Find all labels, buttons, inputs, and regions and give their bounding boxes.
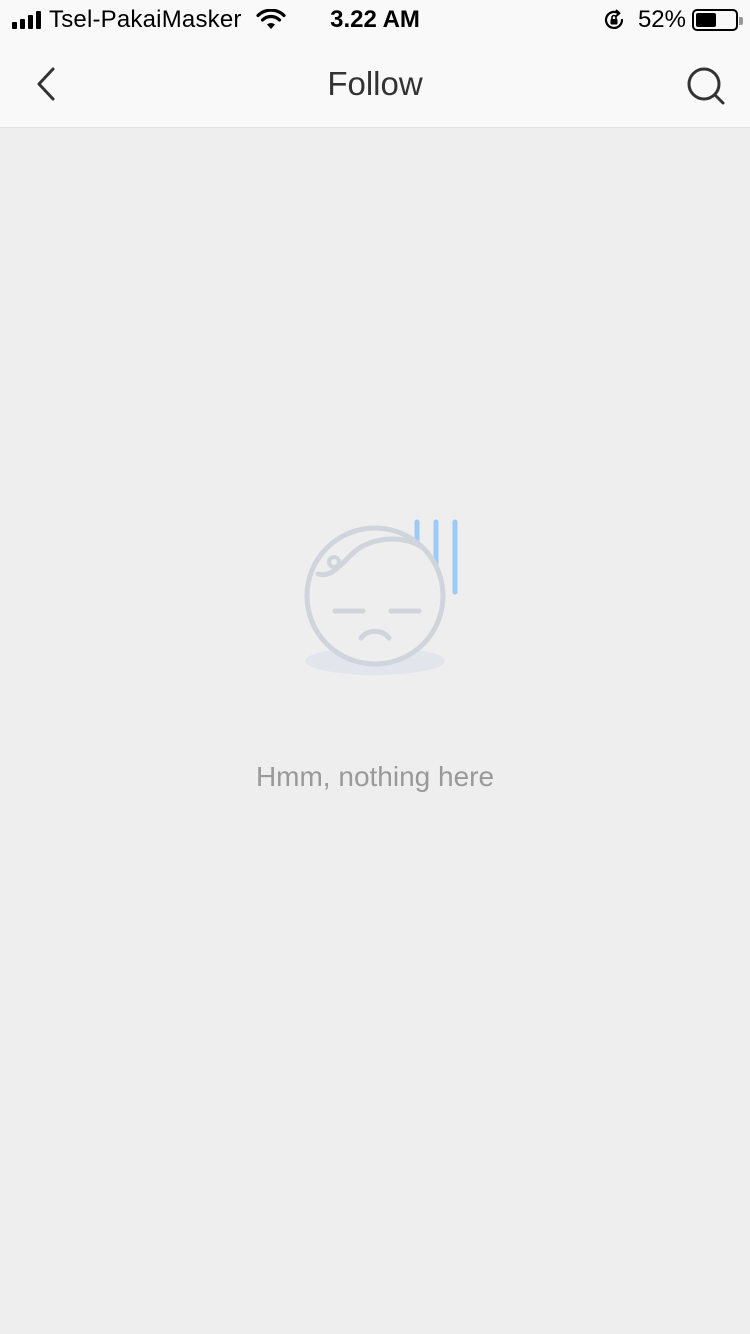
- battery-percent: 52%: [637, 6, 686, 33]
- sad-face-icon: [304, 519, 458, 675]
- search-icon: [687, 67, 725, 105]
- empty-state-message: Hmm, nothing here: [255, 761, 495, 792]
- rotation-lock-icon: [604, 9, 624, 29]
- search-button[interactable]: [682, 62, 730, 110]
- nav-bar: Follow: [0, 40, 750, 128]
- page-title: Follow: [327, 65, 423, 102]
- battery-fill: [696, 13, 716, 27]
- battery-icon: [692, 9, 743, 31]
- status-bar: Tsel-PakaiMasker 3.22 AM 52%: [0, 0, 750, 40]
- battery-nub: [739, 17, 743, 25]
- main-content: Hmm, nothing here: [0, 129, 750, 1334]
- status-right: 52%: [602, 6, 743, 34]
